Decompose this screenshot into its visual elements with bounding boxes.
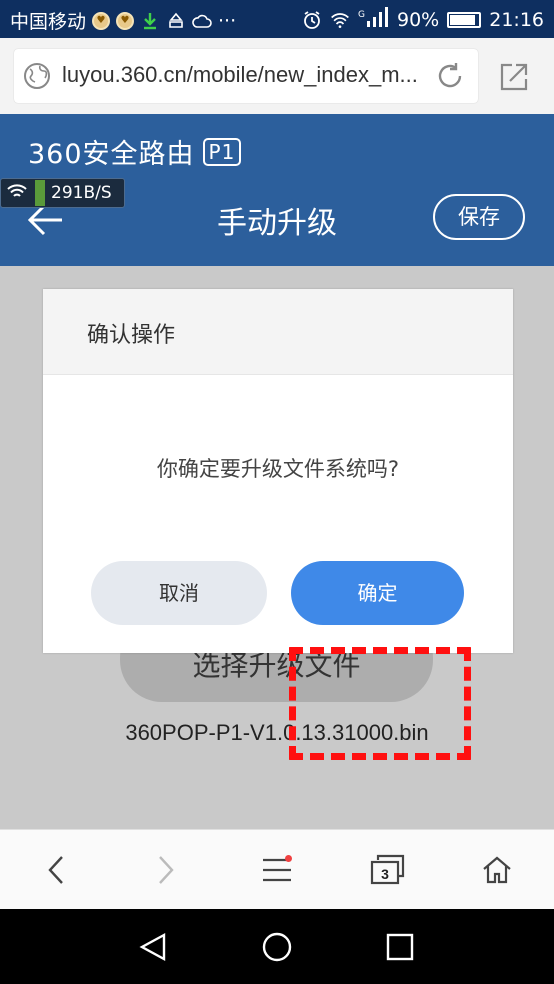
dialog-message: 你确定要升级文件系统吗? xyxy=(156,457,400,481)
web-page: 360安全路由 P1 手动升级 保存 291B/S 选择升级文件 360POP-… xyxy=(0,114,554,829)
brand-logo: 360安全路由 P1 xyxy=(28,132,242,171)
heart-coin-icon: ♥ xyxy=(116,11,135,30)
back-icon[interactable] xyxy=(34,848,78,892)
url-field[interactable]: luyou.360.cn/mobile/new_index_m... xyxy=(14,49,478,103)
battery-icon xyxy=(447,11,482,28)
cancel-button[interactable]: 取消 xyxy=(91,561,267,625)
page-header: 360安全路由 P1 手动升级 保存 291B/S xyxy=(0,114,554,266)
clock: 21:16 xyxy=(489,8,544,31)
speed-bar xyxy=(35,180,45,206)
network-type: G xyxy=(358,10,365,20)
system-navigation-bar xyxy=(0,909,554,984)
wifi-icon xyxy=(7,183,27,204)
nav-back-icon[interactable] xyxy=(136,929,172,965)
alarm-icon xyxy=(302,10,322,30)
confirm-button[interactable]: 确定 xyxy=(291,561,464,625)
brand-name: 360安全路由 xyxy=(28,139,195,170)
reload-icon[interactable] xyxy=(434,60,466,92)
heart-coin-icon: ♥ xyxy=(92,11,111,30)
nav-home-icon[interactable] xyxy=(259,929,295,965)
nav-recents-icon[interactable] xyxy=(382,929,418,965)
wifi-icon xyxy=(330,10,350,30)
tabs-count: 3 xyxy=(381,866,389,882)
url-text: luyou.360.cn/mobile/new_index_m... xyxy=(62,62,418,87)
download-icon xyxy=(140,11,160,31)
network-speed-widget[interactable]: 291B/S xyxy=(0,178,125,208)
confirm-dialog: 确认操作 你确定要升级文件系统吗? 取消 确定 xyxy=(43,289,513,653)
browser-toolbar: 3 xyxy=(0,829,554,909)
save-button[interactable]: 保存 xyxy=(433,194,525,240)
status-bar: 中国移动 ♥ ♥ ··· G 90% 21:16 xyxy=(0,0,554,38)
speed-text: 291B/S xyxy=(51,183,112,203)
browser-address-bar: luyou.360.cn/mobile/new_index_m... xyxy=(0,38,554,114)
globe-icon xyxy=(22,61,52,91)
home-icon[interactable] xyxy=(475,848,519,892)
battery-percent: 90% xyxy=(397,8,440,31)
forward-icon[interactable] xyxy=(144,848,188,892)
notification-dot xyxy=(285,855,292,862)
model-badge: P1 xyxy=(202,137,242,166)
dialog-title: 确认操作 xyxy=(87,323,176,348)
highlight-box xyxy=(289,647,471,760)
notification-icon xyxy=(166,11,186,31)
menu-icon[interactable] xyxy=(255,848,299,892)
signal-icon xyxy=(367,7,389,32)
share-icon[interactable] xyxy=(498,61,530,93)
carrier-label: 中国移动 xyxy=(10,11,87,33)
tabs-icon[interactable]: 3 xyxy=(365,848,409,892)
more-indicator: ··· xyxy=(218,9,237,32)
cloud-icon xyxy=(192,11,212,31)
